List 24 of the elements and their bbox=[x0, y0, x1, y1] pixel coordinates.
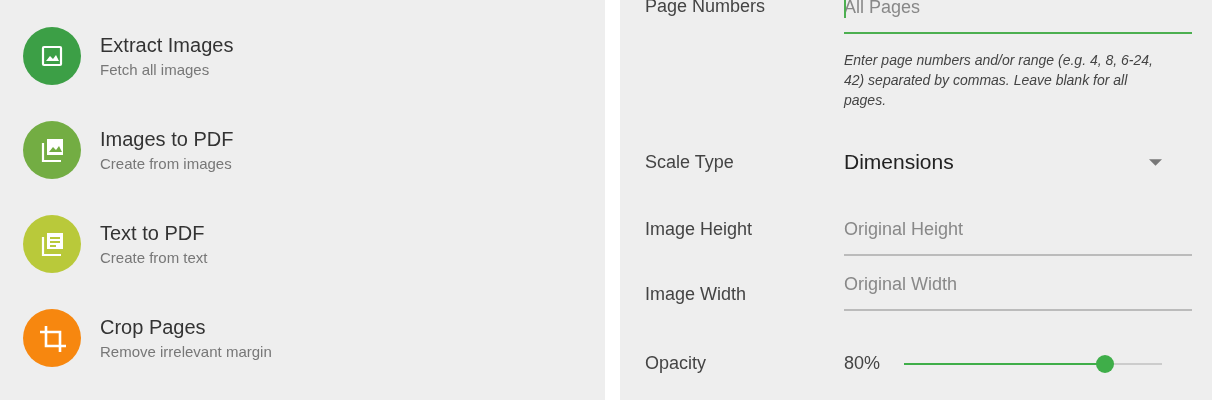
tool-subtitle: Remove irrelevant margin bbox=[100, 343, 272, 360]
tool-title: Crop Pages bbox=[100, 316, 207, 339]
input-field[interactable]: Original Height bbox=[844, 209, 1192, 256]
help-text: Enter page numbers and/or range (e.g. 4, 8, 6-24, 42) separated by commas. Leave blank for all pages. bbox=[844, 51, 1154, 110]
slider-thumb[interactable] bbox=[1096, 354, 1115, 373]
tool-item[interactable]: Text to PDF Create from text bbox=[23, 215, 605, 273]
caret-icon bbox=[1149, 158, 1162, 166]
scale-type-dropdown[interactable]: Dimensions bbox=[844, 150, 1192, 174]
setting-label: Image Height bbox=[645, 218, 754, 241]
tool-subtitle: Create from text bbox=[100, 249, 208, 266]
tool-title: Extract Images bbox=[100, 34, 234, 57]
setting-label: Image Width bbox=[645, 283, 748, 306]
setting-label: Opacity bbox=[645, 353, 708, 374]
tool-item[interactable]: Crop Pages Remove irrelevant margin bbox=[23, 309, 605, 367]
setting-label: Scale Type bbox=[645, 151, 735, 173]
input-field[interactable]: Original Width bbox=[844, 256, 1192, 311]
tool-subtitle: Create from images bbox=[100, 155, 233, 172]
tool-item[interactable]: Extract Images Fetch all images bbox=[23, 27, 605, 85]
tool-title: Images to PDF bbox=[100, 128, 234, 151]
tool-subtitle: Fetch all images bbox=[100, 61, 211, 78]
tool-title: Text to PDF bbox=[100, 222, 206, 245]
opacity-value: 80% bbox=[844, 353, 881, 374]
opacity-slider[interactable] bbox=[904, 354, 1162, 373]
tool-item[interactable]: Images to PDF Create from images bbox=[23, 121, 605, 179]
